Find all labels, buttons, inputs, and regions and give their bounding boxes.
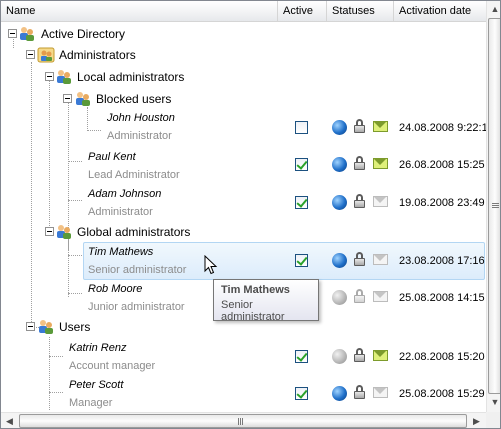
column-header-active[interactable]: Active: [278, 1, 327, 21]
collapse-toggle-active-directory[interactable]: [8, 29, 17, 38]
lock-icon: [352, 252, 367, 267]
envelope-icon: [373, 291, 388, 302]
active-checkbox[interactable]: [295, 254, 308, 267]
user-name[interactable]: Tim Mathews: [88, 246, 153, 258]
tooltip-body: Senior administrator: [221, 299, 285, 323]
users-group-icon: [76, 92, 90, 106]
lock-icon: [352, 289, 367, 304]
horizontal-scrollbar[interactable]: ◀ ▶: [1, 412, 486, 428]
activation-date: 22.08.2008 15:20: [399, 351, 485, 363]
column-header-name[interactable]: Name: [1, 1, 278, 21]
envelope-icon: [373, 121, 388, 132]
activation-date: 25.08.2008 14:15: [399, 292, 485, 304]
user-name[interactable]: Peter Scott: [69, 379, 123, 391]
user-name[interactable]: Paul Kent: [88, 151, 136, 163]
active-checkbox[interactable]: [295, 387, 308, 400]
tree-line: [68, 200, 82, 201]
tree-line: [68, 161, 82, 162]
user-name[interactable]: Adam Johnson: [88, 188, 161, 200]
users-group-icon: [57, 225, 71, 239]
user-role: Administrator: [107, 130, 172, 142]
tree-node-global-administrators[interactable]: Global administrators: [77, 225, 190, 239]
tree-line: [49, 356, 63, 357]
activation-date: 26.08.2008 15:25: [399, 159, 485, 171]
user-name[interactable]: John Houston: [107, 112, 175, 124]
vertical-scroll-thumb[interactable]: [488, 18, 500, 394]
user-role: Lead Administrator: [88, 169, 180, 181]
envelope-icon: [373, 387, 388, 398]
users-group-icon: [39, 320, 53, 334]
tree-line: [68, 293, 82, 294]
tree-node-users[interactable]: Users: [59, 320, 90, 334]
envelope-icon: [373, 254, 388, 265]
column-header-activation-date[interactable]: Activation date: [394, 1, 486, 21]
collapse-toggle-local-administrators[interactable]: [45, 72, 54, 81]
tree-body: Active Directory Administrators Local ad…: [1, 22, 486, 410]
active-checkbox[interactable]: [295, 121, 308, 134]
user-role: Junior administrator: [88, 301, 185, 313]
users-group-icon: [37, 47, 55, 63]
lock-icon: [352, 194, 367, 209]
globe-icon: [332, 195, 347, 210]
user-role: Senior administrator: [88, 264, 187, 276]
globe-icon: [332, 349, 347, 364]
collapse-toggle-blocked-users[interactable]: [63, 94, 72, 103]
tree-line: [49, 80, 50, 232]
user-role: Administrator: [88, 206, 153, 218]
tree-line: [31, 62, 32, 324]
tooltip: Tim Mathews Senior administrator: [213, 279, 319, 323]
activation-date: 23.08.2008 17:16: [399, 255, 485, 267]
tree-node-active-directory[interactable]: Active Directory: [41, 27, 125, 41]
tree-line: [68, 255, 82, 256]
column-header-statuses[interactable]: Statuses: [327, 1, 394, 21]
collapse-toggle-administrators[interactable]: [26, 50, 35, 59]
collapse-toggle-global-administrators[interactable]: [45, 227, 54, 236]
scroll-up-arrow-icon[interactable]: ▲: [488, 1, 500, 18]
vertical-scrollbar[interactable]: ▲ ▼: [486, 1, 500, 412]
globe-icon: [332, 290, 347, 305]
scroll-right-arrow-icon[interactable]: ▶: [468, 413, 485, 428]
activation-date: 19.08.2008 23:49: [399, 197, 485, 209]
globe-icon: [332, 157, 347, 172]
lock-icon: [352, 348, 367, 363]
scrollbar-corner: [486, 412, 500, 428]
horizontal-scroll-thumb[interactable]: [19, 414, 467, 428]
scroll-left-arrow-icon[interactable]: ◀: [1, 413, 18, 428]
lock-icon: [352, 385, 367, 400]
activation-date: 25.08.2008 15:29: [399, 388, 485, 400]
tree-line: [49, 392, 63, 393]
user-name[interactable]: Rob Moore: [88, 283, 142, 295]
collapse-toggle-users[interactable]: [26, 322, 35, 331]
envelope-icon: [373, 350, 388, 361]
tree-line: [87, 107, 88, 131]
globe-icon: [332, 120, 347, 135]
tree-line: [87, 130, 101, 131]
tooltip-title: Tim Mathews: [221, 284, 290, 296]
tree-line: [13, 39, 14, 48]
tree-node-local-administrators[interactable]: Local administrators: [77, 70, 184, 84]
user-role: Manager: [69, 397, 113, 409]
lock-icon: [352, 156, 367, 171]
activation-date: 24.08.2008 9:22:1: [399, 122, 486, 134]
user-name[interactable]: Katrin Renz: [69, 342, 126, 354]
users-group-icon: [20, 27, 34, 41]
tree-list-window: Name Active Statuses Activation date Act…: [0, 0, 501, 429]
tree-node-administrators[interactable]: Administrators: [59, 48, 136, 62]
active-checkbox[interactable]: [295, 158, 308, 171]
globe-icon: [332, 386, 347, 401]
globe-icon: [332, 253, 347, 268]
mouse-pointer-icon: [204, 255, 218, 275]
column-header-bar: Name Active Statuses Activation date: [1, 1, 486, 22]
tree-node-blocked-users[interactable]: Blocked users: [96, 92, 171, 106]
envelope-icon: [373, 196, 388, 207]
active-checkbox[interactable]: [295, 196, 308, 209]
user-role: Account manager: [69, 360, 156, 372]
lock-icon: [352, 119, 367, 134]
envelope-icon: [373, 158, 388, 169]
tree-line: [68, 240, 69, 297]
active-checkbox[interactable]: [295, 350, 308, 363]
scroll-down-arrow-icon[interactable]: ▼: [488, 394, 500, 411]
users-group-icon: [57, 70, 71, 84]
tree-line: [49, 337, 50, 410]
